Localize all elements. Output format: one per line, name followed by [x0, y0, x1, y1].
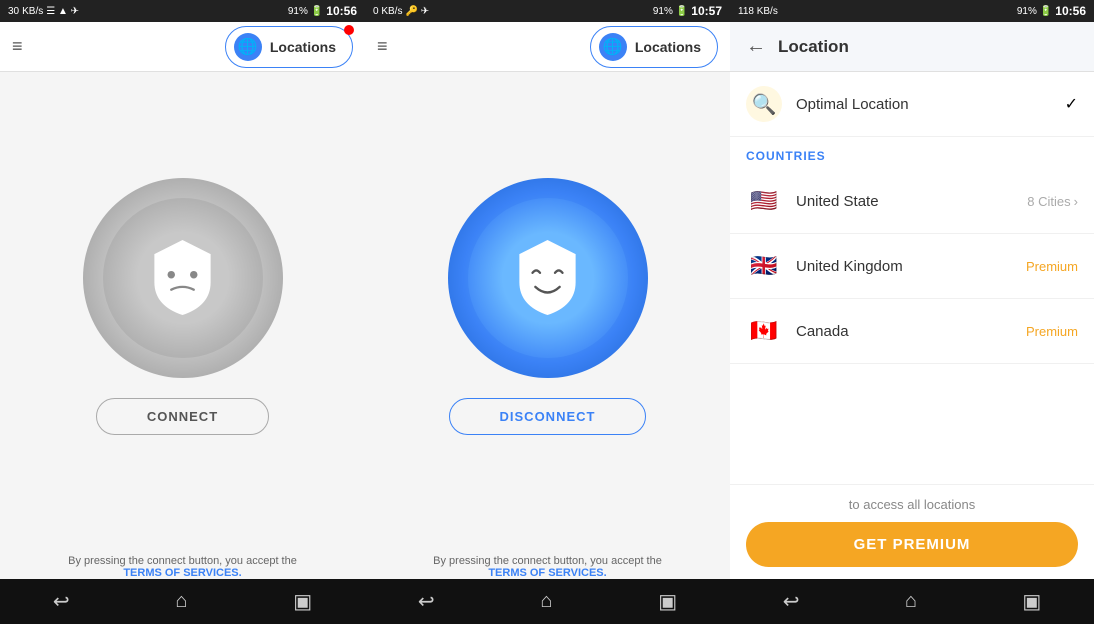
cities-count-usa: 8 Cities [1027, 194, 1070, 209]
checkmark-icon: ✓ [1065, 94, 1078, 114]
status-icons-2: 🔑 ✈ [405, 6, 429, 17]
home-nav-icon-3[interactable]: ⌂ [905, 590, 917, 613]
cities-detail-usa: 8 Cities › [1027, 194, 1078, 209]
status-icons-1: ☰ ▲ ✈ [46, 6, 79, 17]
battery-icon-1: 🔋 [311, 6, 323, 17]
battery-3: 91% [1017, 6, 1037, 17]
status-left-3: 118 KB/s [738, 6, 778, 17]
recents-nav-icon-2[interactable]: ▣ [658, 589, 677, 614]
chevron-icon-usa: › [1074, 194, 1078, 209]
time-2: 10:57 [691, 4, 722, 18]
premium-banner: to access all locations GET PREMIUM [730, 484, 1094, 579]
status-bar-1: 30 KB/s ☰ ▲ ✈ 91% 🔋 10:56 [0, 0, 365, 22]
premium-badge-uk: Premium [1026, 259, 1078, 274]
panel-disconnected: 30 KB/s ☰ ▲ ✈ 91% 🔋 10:56 ≡ 🌐 Locations [0, 0, 365, 624]
time-3: 10:56 [1055, 4, 1086, 18]
optimal-icon: 🔍 [746, 86, 782, 122]
country-item-usa[interactable]: 🇺🇸 United State 8 Cities › [730, 169, 1094, 234]
back-button-3[interactable]: ← [746, 35, 766, 58]
locations-label-2: Locations [635, 39, 701, 55]
main-content-2: DISCONNECT [365, 72, 730, 555]
locations-label-1: Locations [270, 39, 336, 55]
status-bar-2: 0 KB/s 🔑 ✈ 91% 🔋 10:57 [365, 0, 730, 22]
country-item-uk[interactable]: 🇬🇧 United Kingdom Premium [730, 234, 1094, 299]
battery-icon-2: 🔋 [676, 6, 688, 17]
terms-link-1[interactable]: TERMS OF SERVICES. [123, 567, 241, 579]
shield-circle-inner-1 [103, 198, 263, 358]
flag-uk: 🇬🇧 [746, 248, 782, 284]
shield-circle-outer-2[interactable] [448, 178, 648, 378]
get-premium-button[interactable]: GET PREMIUM [746, 522, 1078, 567]
status-right-1: 91% 🔋 10:56 [288, 4, 357, 18]
shield-circle-outer-1[interactable] [83, 178, 283, 378]
locations-button-2[interactable]: 🌐 Locations [590, 26, 718, 68]
disconnect-button-2[interactable]: DISCONNECT [449, 398, 647, 435]
optimal-location-name: Optimal Location [796, 96, 1065, 113]
bottom-nav-2: ↩ ⌂ ▣ [365, 579, 730, 624]
status-left-1: 30 KB/s ☰ ▲ ✈ [8, 6, 79, 17]
panel-locations: 118 KB/s 91% 🔋 10:56 ← Location 🔍 Optima… [730, 0, 1094, 624]
status-bar-3: 118 KB/s 91% 🔋 10:56 [730, 0, 1094, 22]
recents-nav-icon-3[interactable]: ▣ [1022, 589, 1041, 614]
access-text: to access all locations [746, 497, 1078, 512]
bottom-nav-1: ↩ ⌂ ▣ [0, 579, 365, 624]
footer-line1-1: By pressing the connect button, you acce… [68, 555, 297, 567]
panel-connected: 0 KB/s 🔑 ✈ 91% 🔋 10:57 ≡ 🌐 Locations [365, 0, 730, 624]
country-name-canada: Canada [796, 323, 1026, 340]
status-network-2: 0 KB/s [373, 6, 402, 17]
footer-line1-2: By pressing the connect button, you acce… [433, 555, 662, 567]
battery-2: 91% [653, 6, 673, 17]
status-left-2: 0 KB/s 🔑 ✈ [373, 6, 429, 17]
header-3: ← Location [730, 22, 1094, 72]
status-right-3: 91% 🔋 10:56 [1017, 4, 1086, 18]
back-nav-icon-3[interactable]: ↩ [783, 589, 800, 614]
battery-1: 91% [288, 6, 308, 17]
flag-usa: 🇺🇸 [746, 183, 782, 219]
notification-dot-1 [344, 25, 354, 35]
shield-face-2 [510, 235, 585, 320]
optimal-location-item[interactable]: 🔍 Optimal Location ✓ [730, 72, 1094, 137]
status-network-1: 30 [8, 6, 19, 17]
countries-section-label: COUNTRIES [730, 137, 1094, 169]
location-title: Location [778, 37, 849, 57]
hamburger-menu-1[interactable]: ≡ [12, 36, 23, 57]
home-nav-icon-2[interactable]: ⌂ [540, 590, 552, 613]
country-name-usa: United State [796, 193, 1027, 210]
premium-badge-canada: Premium [1026, 324, 1078, 339]
globe-icon-2: 🌐 [599, 33, 627, 61]
terms-link-2[interactable]: TERMS OF SERVICES. [488, 567, 606, 579]
footer-1: By pressing the connect button, you acce… [0, 555, 365, 579]
status-network-3: 118 KB/s [738, 6, 778, 17]
shield-circle-inner-2 [468, 198, 628, 358]
footer-2: By pressing the connect button, you acce… [365, 555, 730, 579]
shield-face-1 [145, 235, 220, 320]
back-nav-icon-2[interactable]: ↩ [418, 589, 435, 614]
back-nav-icon-1[interactable]: ↩ [53, 589, 70, 614]
home-nav-icon-1[interactable]: ⌂ [175, 590, 187, 613]
status-right-2: 91% 🔋 10:57 [653, 4, 722, 18]
main-content-1: CONNECT [0, 72, 365, 555]
hamburger-menu-2[interactable]: ≡ [377, 36, 388, 57]
bottom-nav-3: ↩ ⌂ ▣ [730, 579, 1094, 624]
time-1: 10:56 [326, 4, 357, 18]
header-1: ≡ 🌐 Locations [0, 22, 365, 72]
battery-icon-3: 🔋 [1040, 6, 1052, 17]
location-list: 🔍 Optimal Location ✓ COUNTRIES 🇺🇸 United… [730, 72, 1094, 484]
connect-button-1[interactable]: CONNECT [96, 398, 269, 435]
country-item-canada[interactable]: 🇨🇦 Canada Premium [730, 299, 1094, 364]
header-2: ≡ 🌐 Locations [365, 22, 730, 72]
country-name-uk: United Kingdom [796, 258, 1026, 275]
recents-nav-icon-1[interactable]: ▣ [293, 589, 312, 614]
globe-icon-1: 🌐 [234, 33, 262, 61]
flag-canada: 🇨🇦 [746, 313, 782, 349]
locations-button-1[interactable]: 🌐 Locations [225, 26, 353, 68]
